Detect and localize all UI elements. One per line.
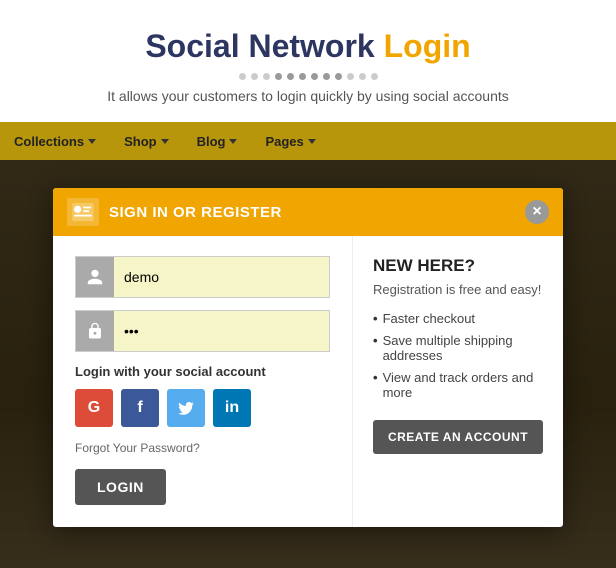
modal-header-left: SIGN IN OR REGISTER xyxy=(67,198,282,226)
social-buttons-group: G f in xyxy=(75,389,330,427)
feature-item-shipping: Save multiple shipping addresses xyxy=(373,333,543,363)
title-dark: Social Network xyxy=(145,28,374,64)
decorative-dots xyxy=(20,73,596,80)
dot xyxy=(323,73,330,80)
dot xyxy=(239,73,246,80)
new-here-title: NEW HERE? xyxy=(373,256,543,276)
nav-bar: Collections Shop Blog Pages xyxy=(0,122,616,160)
feature-item-orders: View and track orders and more xyxy=(373,370,543,400)
header-section: Social Network Login It allows your cust… xyxy=(0,0,616,122)
page-root: Social Network Login It allows your cust… xyxy=(0,0,616,568)
login-modal: SIGN IN OR REGISTER × xyxy=(53,188,563,527)
dot xyxy=(347,73,354,80)
dot xyxy=(275,73,282,80)
linkedin-login-button[interactable]: in xyxy=(213,389,251,427)
modal-left-panel: Login with your social account G f in Fo… xyxy=(53,236,353,527)
forgot-password-link[interactable]: Forgot Your Password? xyxy=(75,441,330,455)
modal-close-button[interactable]: × xyxy=(525,200,549,224)
chevron-down-icon xyxy=(161,139,169,144)
dot xyxy=(263,73,270,80)
modal-header: SIGN IN OR REGISTER × xyxy=(53,188,563,236)
page-title: Social Network Login xyxy=(20,28,596,65)
login-button[interactable]: LOGIN xyxy=(75,469,166,505)
dot xyxy=(335,73,342,80)
google-login-button[interactable]: G xyxy=(75,389,113,427)
modal-right-panel: NEW HERE? Registration is free and easy!… xyxy=(353,236,563,527)
modal-title: SIGN IN OR REGISTER xyxy=(109,204,282,221)
nav-item-blog[interactable]: Blog xyxy=(183,122,252,160)
create-account-button[interactable]: CREATE AN ACCOUNT xyxy=(373,420,543,454)
dot xyxy=(311,73,318,80)
password-field[interactable] xyxy=(114,315,329,347)
new-here-subtitle: Registration is free and easy! xyxy=(373,282,543,297)
username-input-group xyxy=(75,256,330,298)
twitter-login-button[interactable] xyxy=(167,389,205,427)
chevron-down-icon xyxy=(308,139,316,144)
feature-item-checkout: Faster checkout xyxy=(373,311,543,326)
chevron-down-icon xyxy=(88,139,96,144)
username-field[interactable] xyxy=(114,261,329,293)
dot xyxy=(359,73,366,80)
nav-item-shop[interactable]: Shop xyxy=(110,122,183,160)
nav-item-pages[interactable]: Pages xyxy=(251,122,329,160)
social-login-label: Login with your social account xyxy=(75,364,330,379)
user-card-icon xyxy=(67,198,99,226)
dot xyxy=(251,73,258,80)
dot xyxy=(371,73,378,80)
dot xyxy=(287,73,294,80)
nav-item-collections[interactable]: Collections xyxy=(0,122,110,160)
feature-list: Faster checkout Save multiple shipping a… xyxy=(373,311,543,400)
modal-body: Login with your social account G f in Fo… xyxy=(53,236,563,527)
chevron-down-icon xyxy=(229,139,237,144)
facebook-login-button[interactable]: f xyxy=(121,389,159,427)
user-icon xyxy=(76,257,114,297)
dot xyxy=(299,73,306,80)
lock-icon xyxy=(76,311,114,351)
header-subtitle: It allows your customers to login quickl… xyxy=(20,88,596,104)
title-orange: Login xyxy=(384,28,471,64)
password-input-group xyxy=(75,310,330,352)
